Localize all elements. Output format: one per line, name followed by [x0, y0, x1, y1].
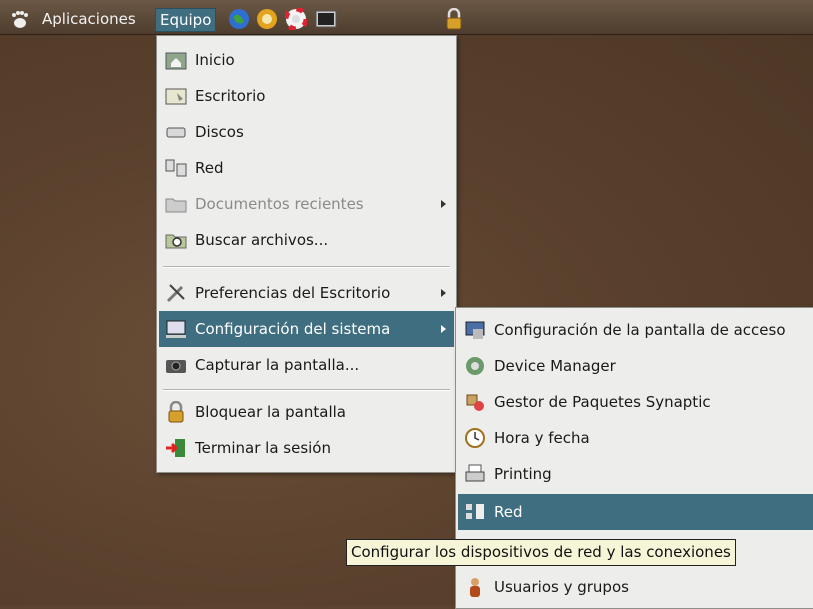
device-manager-icon: [466, 357, 484, 375]
menu-item-label: Capturar la pantalla...: [195, 356, 360, 374]
folder-icon: [165, 198, 187, 213]
menu-item-bloquear-pantalla[interactable]: Bloquear la pantalla: [159, 394, 454, 430]
network-icon: [466, 504, 484, 519]
menu-item-label: Configuración del sistema: [195, 320, 391, 338]
desktop-folder-icon: [165, 88, 187, 105]
camera-icon: [166, 360, 186, 373]
disk-drive-icon: [166, 127, 186, 138]
computer-dropdown-menu: Inicio Escritorio Discos Red Documentos …: [156, 35, 457, 473]
menu-item-label: Inicio: [195, 51, 235, 69]
menu-item-label: Preferencias del Escritorio: [195, 284, 391, 302]
menu-item-label: Terminar la sesión: [195, 439, 331, 457]
computer-settings-icon: [166, 320, 186, 338]
menu-item-red[interactable]: Red: [458, 494, 813, 530]
menu-item-configuracion-sistema[interactable]: Configuración del sistema: [159, 311, 454, 347]
menu-item-documentos-recientes[interactable]: Documentos recientes: [159, 186, 454, 222]
menu-separator: [163, 266, 450, 268]
menu-item-label: Gestor de Paquetes Synaptic: [494, 393, 711, 411]
search-folder-icon: [165, 234, 187, 249]
network-tooltip: Configurar los dispositivos de red y las…: [346, 539, 736, 566]
menu-item-label: Discos: [195, 123, 244, 141]
menu-item-hora-fecha[interactable]: Hora y fecha: [458, 420, 813, 456]
menu-item-discos[interactable]: Discos: [159, 114, 454, 150]
menu-separator: [163, 389, 450, 391]
tools-icon: [166, 284, 185, 303]
printer-icon: [465, 464, 485, 482]
login-screen-icon: [465, 321, 485, 339]
web-browser-icon[interactable]: [228, 8, 250, 30]
menu-item-device-manager[interactable]: Device Manager: [458, 348, 813, 384]
menu-item-label: Bloquear la pantalla: [195, 403, 346, 421]
clock-icon: [465, 428, 485, 448]
padlock-icon[interactable]: [443, 8, 465, 30]
applications-menu[interactable]: Aplicaciones: [38, 8, 140, 30]
submenu-arrow-icon: [441, 200, 446, 208]
menu-item-label: Usuarios y grupos: [494, 578, 629, 596]
menu-item-label: Hora y fecha: [494, 429, 590, 447]
menu-item-usuarios-grupos[interactable]: Usuarios y grupos: [458, 569, 813, 605]
menu-item-synaptic[interactable]: Gestor de Paquetes Synaptic: [458, 384, 813, 420]
submenu-arrow-icon: [441, 325, 446, 333]
email-client-icon[interactable]: [256, 8, 278, 30]
lock-icon: [168, 401, 184, 423]
menu-item-escritorio[interactable]: Escritorio: [159, 78, 454, 114]
menu-item-label: Configuración de la pantalla de acceso: [494, 321, 786, 339]
terminal-icon[interactable]: [315, 8, 337, 30]
top-panel: Aplicaciones Equipo: [0, 0, 813, 35]
menu-item-label: Red: [195, 159, 224, 177]
computer-menu[interactable]: Equipo: [155, 8, 217, 32]
menu-item-terminar-sesion[interactable]: Terminar la sesión: [159, 430, 454, 466]
menu-item-label: Printing: [494, 465, 552, 483]
menu-item-label: Documentos recientes: [195, 195, 364, 213]
menu-item-buscar-archivos[interactable]: Buscar archivos...: [159, 222, 454, 258]
menu-item-pantalla-acceso[interactable]: Configuración de la pantalla de acceso: [458, 312, 813, 348]
menu-item-red[interactable]: Red: [159, 150, 454, 186]
menu-item-printing[interactable]: Printing: [458, 456, 813, 492]
menu-item-label: Buscar archivos...: [195, 231, 329, 249]
menu-item-label: Escritorio: [195, 87, 266, 105]
menu-item-label: Device Manager: [494, 357, 616, 375]
menu-item-capturar-pantalla[interactable]: Capturar la pantalla...: [159, 347, 454, 383]
gnome-foot-icon[interactable]: [8, 9, 30, 31]
submenu-arrow-icon: [441, 289, 446, 297]
menu-item-preferencias[interactable]: Preferencias del Escritorio: [159, 275, 454, 311]
menu-item-inicio[interactable]: Inicio: [159, 42, 454, 78]
package-manager-icon: [466, 394, 484, 411]
network-icon: [165, 159, 187, 177]
menu-item-label: Red: [494, 503, 523, 521]
help-icon[interactable]: [285, 8, 307, 30]
logout-icon: [166, 439, 185, 457]
users-icon: [470, 578, 480, 597]
home-folder-icon: [165, 52, 187, 70]
